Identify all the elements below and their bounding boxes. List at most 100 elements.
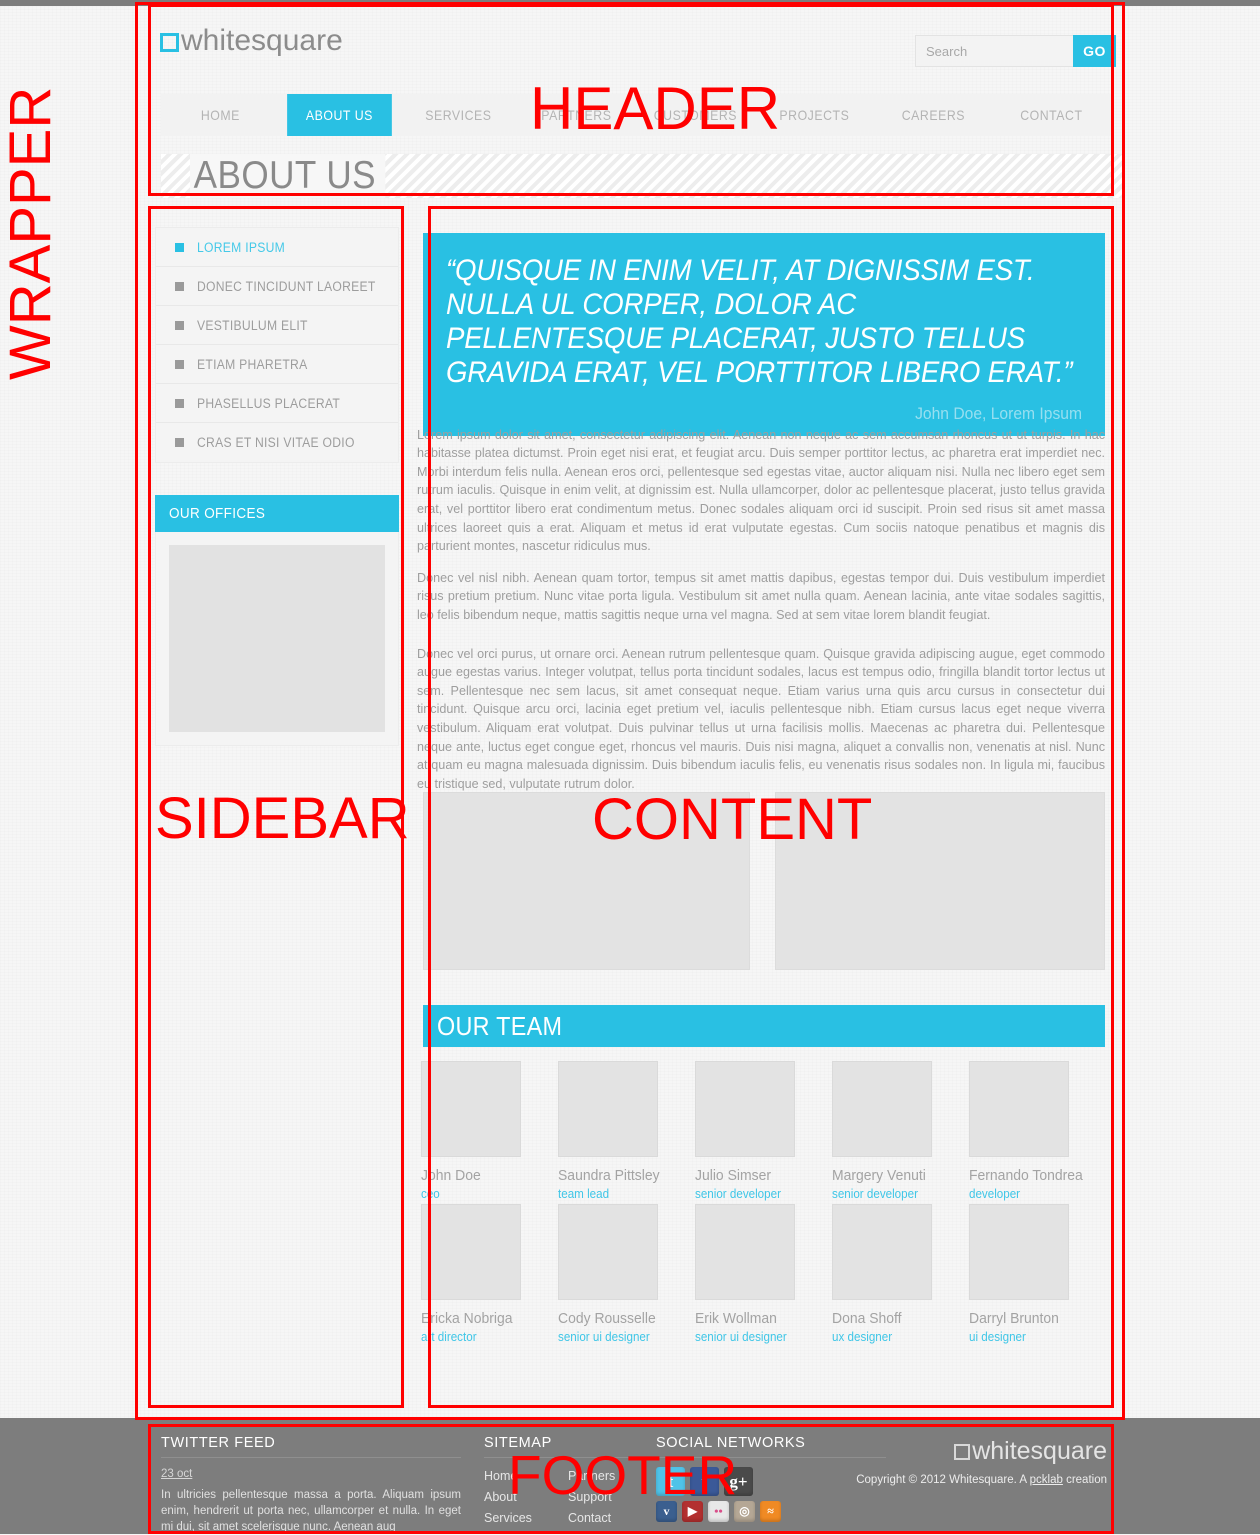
social-icons: t f g+ v ▶ •• ◎ ≈ — [656, 1467, 886, 1522]
team-member-name: Margery Venuti — [832, 1167, 926, 1184]
nav-item-partners[interactable]: PARTNERS — [524, 94, 629, 136]
nav-item-home[interactable]: HOME — [168, 94, 273, 136]
logo-square-icon — [954, 1444, 971, 1460]
team-member-card[interactable]: Julio Simser senior developer — [695, 1061, 832, 1201]
logo-text: whitesquare — [181, 24, 343, 57]
body-paragraph-3: Donec vel orci purus, ut ornare orci. Ae… — [417, 646, 1105, 791]
rss-icon[interactable]: ≈ — [760, 1501, 781, 1522]
sitemap-link-services[interactable]: Services — [484, 1508, 568, 1529]
page-root: whitesquare GO HOME ABOUT US SERVICES PA… — [0, 0, 1260, 1534]
sidebar-item-label: DONEC TINCIDUNT LAOREET — [197, 278, 376, 294]
page-title: ABOUT US — [190, 154, 385, 198]
twitter-feed-title: TWITTER FEED — [161, 1435, 461, 1458]
nav-item-about-us[interactable]: ABOUT US — [286, 94, 392, 136]
facebook-icon[interactable]: f — [690, 1467, 719, 1496]
footer: TWITTER FEED 23 oct In ultricies pellent… — [148, 1423, 1113, 1533]
team-member-card[interactable]: Dona Shoff ux designer — [832, 1204, 969, 1344]
footer-twitter-column: TWITTER FEED 23 oct In ultricies pellent… — [161, 1435, 461, 1535]
team-member-name: Dona Shoff — [832, 1310, 902, 1327]
sitemap-link-home[interactable]: Home — [484, 1466, 568, 1487]
wrapper: whitesquare GO HOME ABOUT US SERVICES PA… — [135, 2, 1125, 1420]
team-grid: John Doe ceo Saundra Pittsley team lead … — [421, 1061, 1109, 1347]
team-member-card[interactable]: Margery Venuti senior developer — [832, 1061, 969, 1201]
search-go-button[interactable]: GO — [1073, 35, 1116, 67]
team-member-card[interactable]: Cody Rousselle senior ui designer — [558, 1204, 695, 1344]
sidebar-item-label: ETIAM PHARETRA — [197, 356, 308, 372]
quote-author: John Doe, Lorem Ipsum — [915, 404, 1082, 423]
team-member-role: ui designer — [969, 1330, 1026, 1344]
bullet-square-icon — [175, 398, 184, 408]
our-offices-header: OUR OFFICES — [155, 495, 399, 532]
copyright-text: Copyright © 2012 Whitesquare. A pcklab c… — [856, 1474, 1107, 1486]
vimeo-icon[interactable]: v — [656, 1501, 677, 1522]
annotation-label-wrapper: WRAPPER — [0, 86, 63, 380]
team-member-photo — [832, 1204, 932, 1300]
team-member-role: team lead — [558, 1187, 610, 1201]
sidebar-item-etiam-pharetra[interactable]: ETIAM PHARETRA — [156, 345, 398, 384]
social-row-secondary: v ▶ •• ◎ ≈ — [656, 1501, 886, 1522]
team-member-role: senior developer — [695, 1187, 781, 1201]
copyright-prefix: Copyright © 2012 Whitesquare. A — [856, 1474, 1030, 1486]
team-member-role: senior developer — [832, 1187, 918, 1201]
team-member-photo — [558, 1204, 658, 1300]
sitemap-link-partners[interactable]: Partners — [568, 1466, 652, 1487]
sidebar-item-vestibulum-elit[interactable]: VESTIBULUM ELIT — [156, 306, 398, 345]
team-member-name: Cody Rousselle — [558, 1310, 656, 1327]
team-member-photo — [558, 1061, 658, 1157]
sidebar-item-donec-tincidunt-laoreet[interactable]: DONEC TINCIDUNT LAOREET — [156, 267, 398, 306]
footer-sitemap-column: SITEMAP Home About Services Partners Sup… — [484, 1435, 674, 1529]
team-member-photo — [832, 1061, 932, 1157]
sitemap-title: SITEMAP — [484, 1435, 674, 1458]
our-team-title: OUR TEAM — [437, 1010, 563, 1041]
nav-item-customers[interactable]: CUSTOMERS — [643, 94, 748, 136]
team-member-photo — [421, 1061, 521, 1157]
sidebar-navigation[interactable]: LOREM IPSUM DONEC TINCIDUNT LAOREET VEST… — [155, 227, 399, 463]
twitter-icon[interactable]: t — [656, 1467, 685, 1496]
bullet-square-icon — [175, 242, 184, 252]
footer-logo[interactable]: whitesquare — [856, 1439, 1107, 1464]
instagram-icon[interactable]: ◎ — [734, 1501, 755, 1522]
sidebar-item-lorem-ipsum[interactable]: LOREM IPSUM — [156, 228, 398, 267]
team-member-role: art director — [421, 1330, 477, 1344]
youtube-icon[interactable]: ▶ — [682, 1501, 703, 1522]
team-member-role: senior ui designer — [558, 1330, 650, 1344]
sitemap-link-contact[interactable]: Contact — [568, 1508, 652, 1529]
search-input[interactable] — [915, 35, 1073, 67]
social-networks-title: SOCIAL NETWORKS — [656, 1435, 886, 1458]
nav-item-projects[interactable]: PROJECTS — [762, 94, 867, 136]
flickr-icon[interactable]: •• — [708, 1501, 729, 1522]
team-member-photo — [695, 1061, 795, 1157]
content-image-placeholder-right — [775, 792, 1105, 970]
our-offices-widget: OUR OFFICES — [155, 495, 399, 746]
twitter-date-link[interactable]: 23 oct — [161, 1468, 192, 1480]
team-member-card[interactable]: Erik Wollman senior ui designer — [695, 1204, 832, 1344]
team-member-card[interactable]: Fernando Tondrea developer — [969, 1061, 1106, 1201]
team-member-card[interactable]: John Doe ceo — [421, 1061, 558, 1201]
nav-item-contact[interactable]: CONTACT — [999, 94, 1104, 136]
team-member-photo — [969, 1204, 1069, 1300]
team-member-card[interactable]: Ericka Nobriga art director — [421, 1204, 558, 1344]
twitter-feed-text: In ultricies pellentesque massa a porta.… — [161, 1489, 461, 1533]
nav-item-careers[interactable]: CAREERS — [881, 94, 986, 136]
google-plus-icon[interactable]: g+ — [724, 1467, 753, 1496]
site-logo[interactable]: whitesquare — [160, 26, 343, 56]
team-member-card[interactable]: Saundra Pittsley team lead — [558, 1061, 695, 1201]
copyright-link[interactable]: pcklab — [1030, 1474, 1063, 1486]
team-member-name: Darryl Brunton — [969, 1310, 1059, 1327]
sidebar-item-phasellus-placerat[interactable]: PHASELLUS PLACERAT — [156, 384, 398, 423]
sidebar-item-label: VESTIBULUM ELIT — [197, 317, 308, 333]
nav-item-services[interactable]: SERVICES — [406, 94, 511, 136]
main-navigation[interactable]: HOME ABOUT US SERVICES PARTNERS CUSTOMER… — [161, 94, 1111, 136]
social-row-primary: t f g+ — [656, 1467, 886, 1496]
team-member-role: ux designer — [832, 1330, 893, 1344]
copyright-suffix: creation — [1062, 1474, 1107, 1486]
bullet-square-icon — [175, 438, 184, 447]
sitemap-lists: Home About Services Partners Support Con… — [484, 1466, 674, 1529]
search-form[interactable]: GO — [915, 35, 1116, 67]
sidebar-item-label: LOREM IPSUM — [197, 239, 286, 255]
sidebar-item-label: PHASELLUS PLACERAT — [197, 395, 341, 411]
team-member-card[interactable]: Darryl Brunton ui designer — [969, 1204, 1106, 1344]
sidebar-item-cras-et-nisi-vitae-odio[interactable]: CRAS ET NISI VITAE ODIO — [156, 423, 398, 462]
sitemap-link-about[interactable]: About — [484, 1487, 568, 1508]
sitemap-link-support[interactable]: Support — [568, 1487, 652, 1508]
